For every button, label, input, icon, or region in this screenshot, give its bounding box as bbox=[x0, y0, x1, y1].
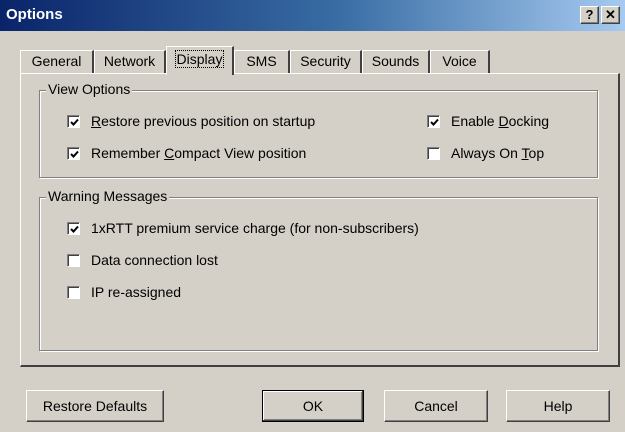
tab-sms[interactable]: SMS bbox=[234, 50, 290, 73]
label-rest: ocking bbox=[508, 113, 550, 129]
label-before: Enable bbox=[451, 113, 499, 129]
tab-network[interactable]: Network bbox=[94, 50, 166, 73]
mnemonic-letter: R bbox=[91, 113, 102, 129]
mnemonic-letter: D bbox=[498, 113, 509, 129]
window-title: Options bbox=[6, 6, 63, 23]
tab-label: General bbox=[31, 53, 82, 69]
view-options-group: View Options Restore previous position o… bbox=[39, 81, 598, 178]
checkbox-box bbox=[67, 114, 80, 128]
checkbox-box bbox=[427, 146, 440, 160]
label-before: Remember bbox=[91, 145, 165, 161]
mnemonic-letter: C bbox=[164, 145, 175, 161]
check-mark-icon bbox=[70, 118, 79, 126]
tab-label: Network bbox=[103, 53, 156, 69]
tab-label: Display bbox=[174, 50, 225, 68]
always-on-top-checkbox[interactable]: Always On Top bbox=[427, 145, 544, 161]
check-mark-icon bbox=[430, 118, 439, 126]
tab-label: SMS bbox=[246, 53, 277, 69]
remember-compact-checkbox[interactable]: Remember Compact View position bbox=[67, 145, 306, 161]
checkbox-box bbox=[67, 146, 80, 160]
tab-strip: General Network Display SMS Security Sou… bbox=[20, 46, 620, 75]
checkbox-label: Remember Compact View position bbox=[91, 145, 306, 161]
tab-voice[interactable]: Voice bbox=[430, 50, 490, 73]
checkbox-box bbox=[67, 253, 80, 267]
warning-messages-title: Warning Messages bbox=[46, 188, 170, 204]
label-rest: op bbox=[528, 145, 545, 161]
checkbox-label: IP re-assigned bbox=[91, 284, 182, 300]
premium-charge-checkbox[interactable]: 1xRTT premium service charge (for non-su… bbox=[67, 220, 419, 236]
checkbox-label: 1xRTT premium service charge (for non-su… bbox=[91, 220, 419, 236]
checkbox-label: Restore previous position on startup bbox=[91, 113, 315, 129]
checkbox-label: Data connection lost bbox=[91, 252, 218, 268]
checkbox-label: Enable Docking bbox=[451, 113, 549, 129]
tab-sounds[interactable]: Sounds bbox=[362, 50, 430, 73]
enable-docking-checkbox[interactable]: Enable Docking bbox=[427, 113, 549, 129]
restore-defaults-button[interactable]: Restore Defaults bbox=[26, 390, 164, 422]
label-before: Always On bbox=[451, 145, 522, 161]
tab-label: Voice bbox=[442, 53, 477, 69]
title-bar[interactable]: Options ? ✕ bbox=[0, 0, 625, 31]
checkbox-label: Always On Top bbox=[451, 145, 544, 161]
mnemonic-letter: T bbox=[521, 145, 529, 161]
checkbox-box bbox=[67, 285, 80, 299]
check-mark-icon bbox=[70, 225, 79, 233]
tab-label: Security bbox=[300, 53, 351, 69]
restore-position-checkbox[interactable]: Restore previous position on startup bbox=[67, 113, 315, 129]
checkbox-box bbox=[67, 221, 80, 235]
label-rest: estore previous position on startup bbox=[101, 113, 316, 129]
close-icon[interactable]: ✕ bbox=[601, 6, 620, 24]
check-mark-icon bbox=[70, 150, 79, 158]
display-tab-panel: View Options Restore previous position o… bbox=[20, 73, 620, 367]
ip-reassigned-checkbox[interactable]: IP re-assigned bbox=[67, 284, 181, 300]
ok-button[interactable]: OK bbox=[262, 390, 364, 422]
help-dialog-button[interactable]: Help bbox=[506, 390, 610, 422]
tab-security[interactable]: Security bbox=[290, 50, 362, 73]
cancel-button[interactable]: Cancel bbox=[384, 390, 488, 422]
tab-label: Sounds bbox=[371, 53, 420, 69]
tab-display[interactable]: Display bbox=[166, 46, 234, 75]
warning-messages-group: Warning Messages 1xRTT premium service c… bbox=[39, 188, 598, 351]
tab-general[interactable]: General bbox=[20, 50, 94, 73]
view-options-title: View Options bbox=[46, 81, 133, 97]
help-button[interactable]: ? bbox=[580, 6, 599, 24]
data-connection-lost-checkbox[interactable]: Data connection lost bbox=[67, 252, 218, 268]
label-rest: ompact View position bbox=[174, 145, 307, 161]
checkbox-box bbox=[427, 114, 440, 128]
